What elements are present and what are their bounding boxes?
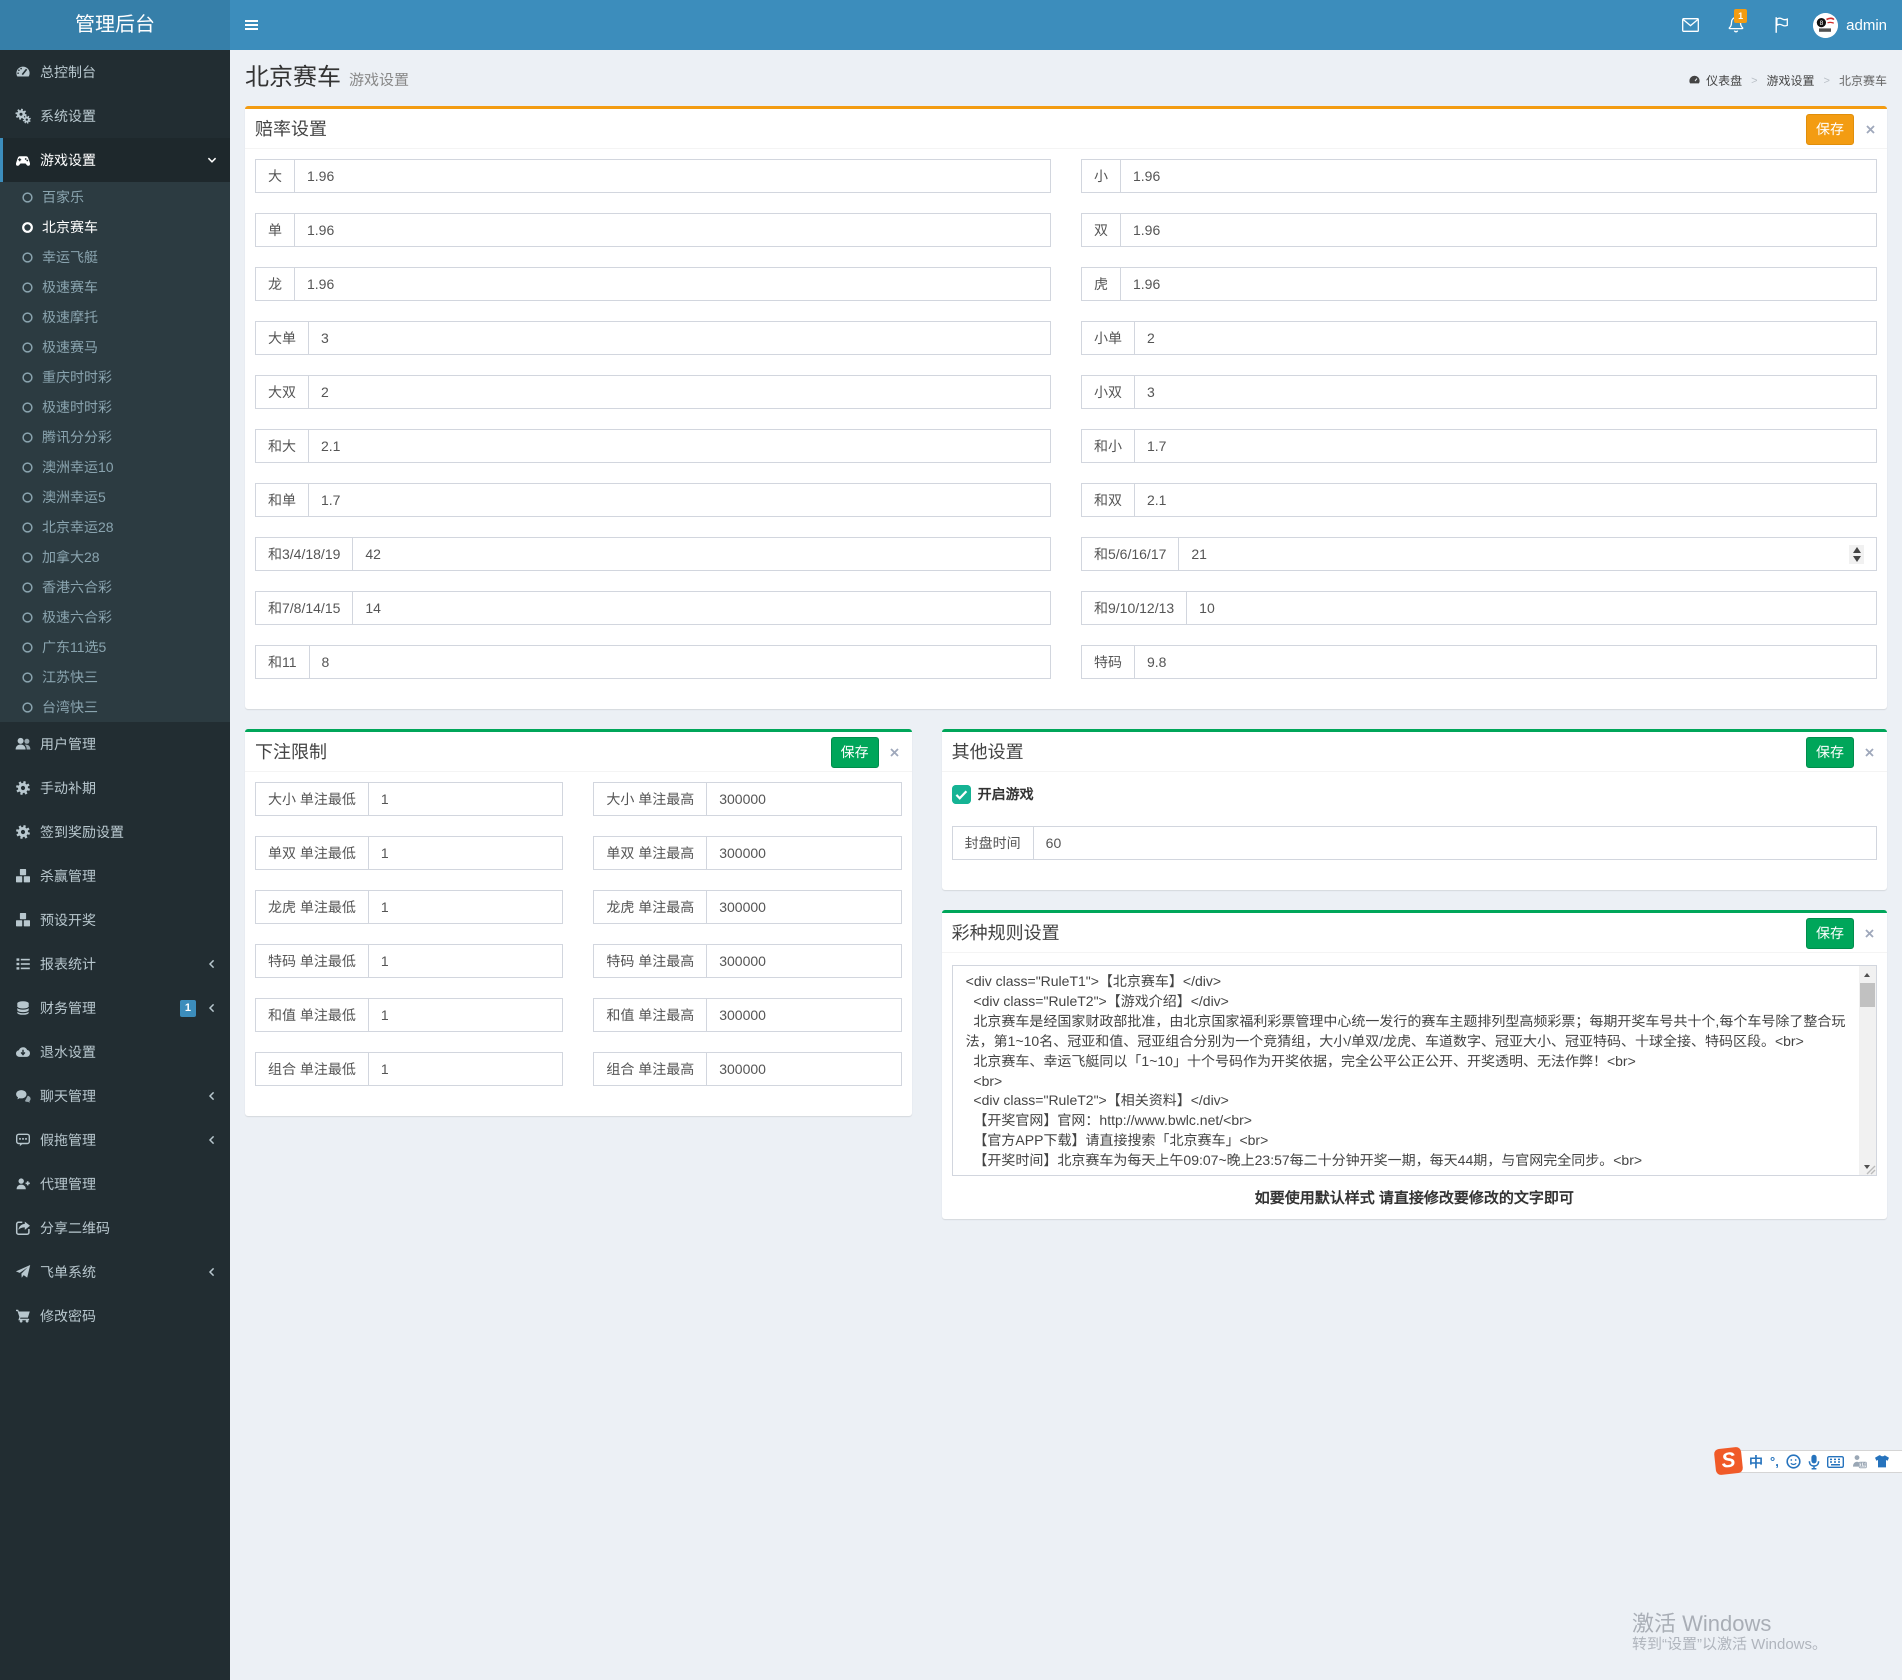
svg-text:8: 8 — [1820, 20, 1824, 27]
svg-text:19: 19 — [1860, 1463, 1866, 1469]
